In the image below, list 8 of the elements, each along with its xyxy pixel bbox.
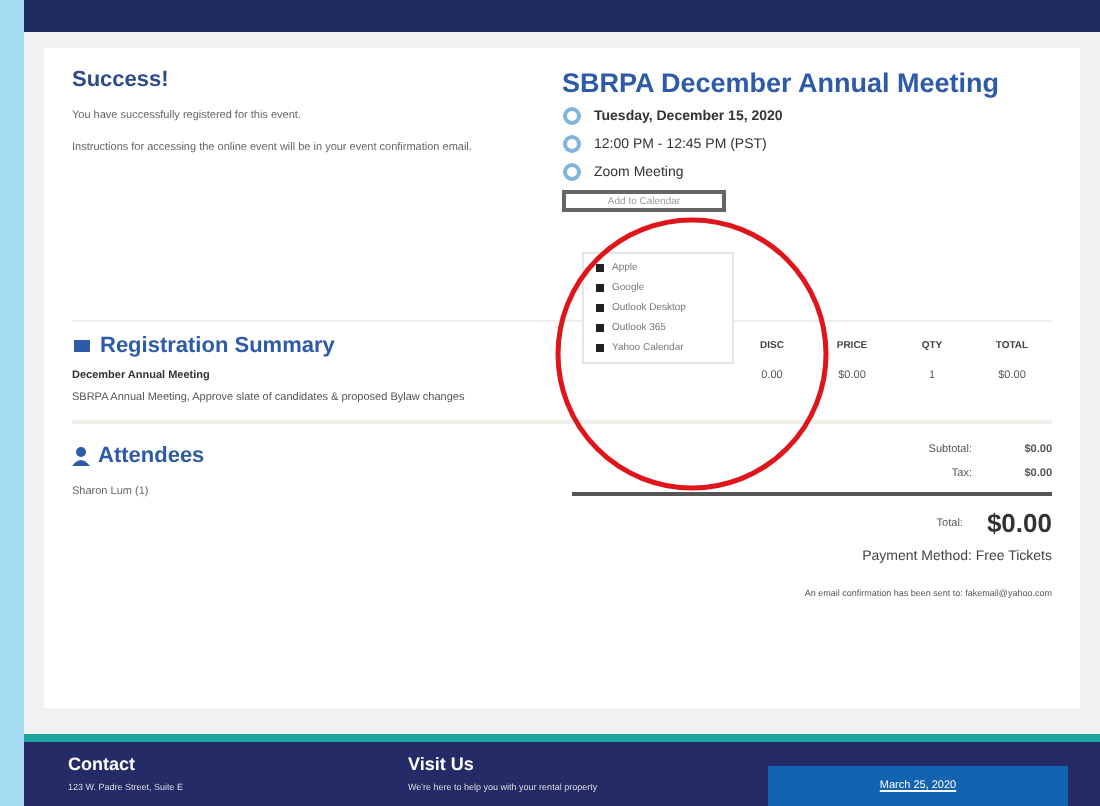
person-icon bbox=[72, 446, 90, 466]
section-title: Registration Summary bbox=[100, 334, 335, 358]
event-title: SBRPA December Annual Meeting bbox=[562, 68, 1002, 98]
total-value: $0.00 bbox=[986, 508, 1052, 538]
success-title: Success! bbox=[72, 68, 171, 92]
section-title: Attendees bbox=[98, 444, 205, 468]
footer-title: Visit Us bbox=[408, 754, 476, 774]
footer-title: Contact bbox=[68, 754, 137, 774]
